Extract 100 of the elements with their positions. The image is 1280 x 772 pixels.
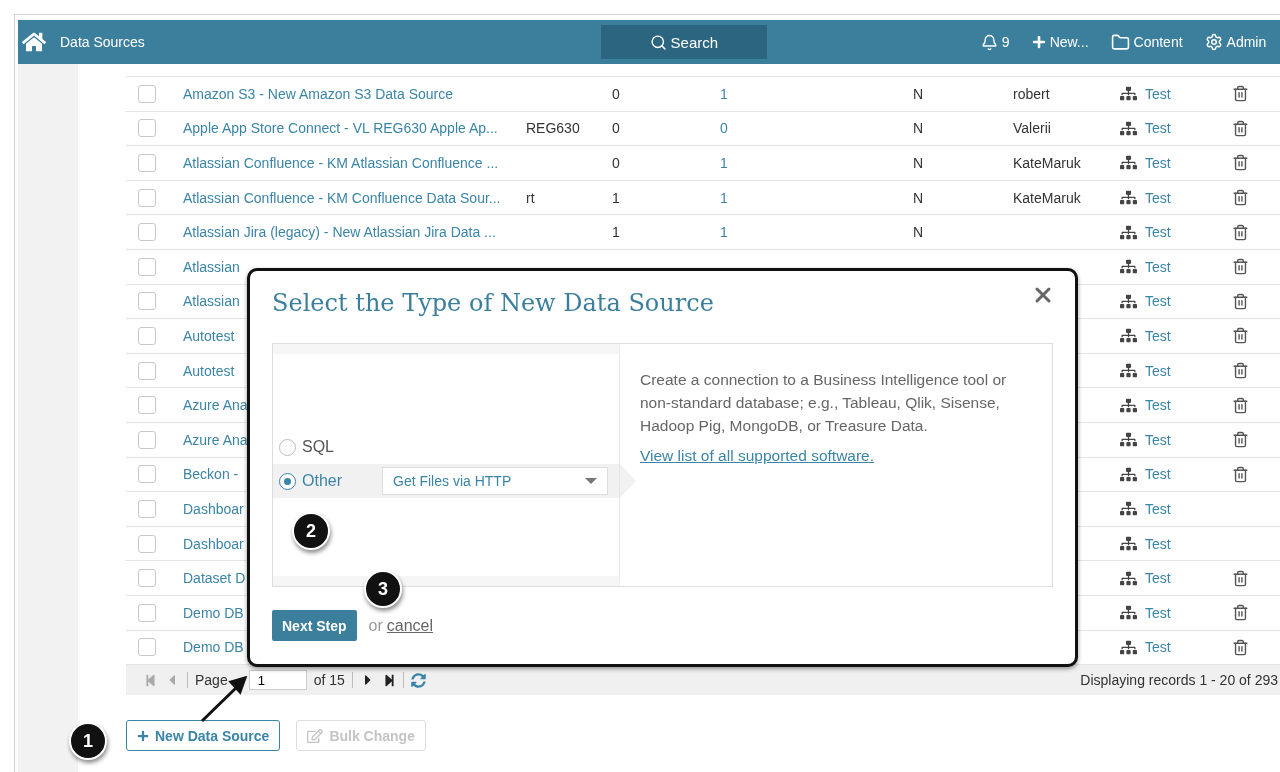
home-icon[interactable]: [22, 30, 46, 54]
data-source-link[interactable]: Dashboar: [183, 535, 244, 552]
trash-icon[interactable]: [1232, 292, 1249, 310]
trash-icon[interactable]: [1232, 119, 1249, 137]
row-checkbox[interactable]: [138, 396, 156, 415]
row-checkbox[interactable]: [138, 569, 156, 588]
data-source-link[interactable]: Dataset D: [183, 570, 246, 587]
data-source-link[interactable]: Atlassian Confluence - KM Atlassian Confluence ...: [183, 155, 499, 171]
data-source-link[interactable]: Atlassian Jira (legacy) - New Atlassian Jira Data ...: [183, 224, 496, 241]
sitemap-icon: [1120, 327, 1137, 345]
refresh-icon[interactable]: [410, 672, 426, 688]
last-page-icon[interactable]: [382, 673, 396, 687]
row-checkbox[interactable]: [138, 84, 156, 103]
trash-icon[interactable]: [1232, 396, 1249, 414]
type-dropdown[interactable]: Get Files via HTTP: [382, 467, 608, 495]
sitemap-icon: [1120, 362, 1137, 380]
trash-icon[interactable]: [1232, 638, 1249, 656]
row-checkbox[interactable]: [138, 603, 156, 622]
row-checkbox[interactable]: [138, 223, 156, 242]
row-checkbox[interactable]: [138, 430, 156, 449]
radio-button[interactable]: [279, 438, 296, 456]
page-input[interactable]: 1: [248, 670, 307, 691]
data-source-link[interactable]: Apple App Store Connect - VL REG630 Apple Ap...: [183, 120, 498, 137]
row-checkbox[interactable]: [138, 119, 156, 138]
test-link[interactable]: Test: [1145, 362, 1171, 379]
test-link[interactable]: Test: [1145, 85, 1171, 102]
row-checkbox[interactable]: [138, 154, 156, 172]
cancel-link[interactable]: cancel: [386, 616, 434, 635]
edit-icon: [307, 727, 324, 744]
row-checkbox[interactable]: [138, 188, 156, 207]
trash-icon[interactable]: [1232, 327, 1249, 345]
test-link[interactable]: Test: [1145, 155, 1171, 171]
first-page-icon[interactable]: [144, 673, 157, 687]
next-step-button[interactable]: Next Step: [272, 610, 357, 641]
trash-icon[interactable]: [1232, 189, 1249, 207]
page-count: of 15: [313, 672, 345, 689]
test-link[interactable]: Test: [1145, 466, 1171, 483]
new-data-source-button[interactable]: New Data Source: [126, 720, 281, 752]
data-source-link[interactable]: Atlassian: [183, 258, 240, 275]
table-cell: N: [913, 155, 924, 171]
arrow-icon: [198, 676, 248, 724]
test-link[interactable]: Test: [1145, 327, 1171, 344]
description-text: Create a connection to a Business Intelligence tool or non-standard database; e.g., Tableau, Qlik, Sisense, Hadoop Pig, MongoDB, or Treasure Data.: [640, 370, 1008, 436]
trash-icon[interactable]: [1232, 154, 1249, 172]
row-checkbox[interactable]: [138, 292, 156, 311]
test-link[interactable]: Test: [1145, 397, 1171, 414]
row-checkbox[interactable]: [138, 465, 156, 484]
row-checkbox[interactable]: [138, 361, 156, 380]
plus-icon: [1031, 35, 1046, 49]
trash-icon[interactable]: [1232, 604, 1249, 622]
trash-icon[interactable]: [1232, 258, 1249, 276]
test-link[interactable]: Test: [1145, 431, 1171, 448]
row-checkbox[interactable]: [138, 499, 156, 518]
test-link[interactable]: Test: [1145, 570, 1171, 587]
row-checkbox[interactable]: [138, 257, 156, 276]
data-source-link[interactable]: Amazon S3 - New Amazon S3 Data Source: [183, 85, 454, 102]
row-checkbox[interactable]: [138, 534, 156, 553]
radio-button[interactable]: [279, 472, 296, 490]
trash-icon[interactable]: [1232, 362, 1249, 380]
content-menu-button[interactable]: Content: [1110, 32, 1183, 52]
test-link[interactable]: Test: [1145, 120, 1171, 137]
data-source-link[interactable]: Demo DB: [183, 639, 244, 656]
table-cell: N: [913, 224, 924, 241]
admin-menu-button[interactable]: Admin: [1204, 33, 1267, 51]
test-link[interactable]: Test: [1145, 224, 1171, 241]
test-link[interactable]: Test: [1145, 500, 1171, 517]
trash-icon[interactable]: [1232, 431, 1249, 449]
row-checkbox[interactable]: [138, 638, 156, 657]
data-source-link[interactable]: Autotest: [183, 362, 235, 379]
option-label: Other: [302, 472, 343, 490]
trash-icon[interactable]: [1232, 85, 1249, 103]
table-cell: 1: [720, 189, 728, 206]
test-link[interactable]: Test: [1145, 189, 1171, 206]
sitemap-icon: [1120, 604, 1137, 622]
data-source-link[interactable]: Atlassian: [183, 293, 240, 310]
trash-icon[interactable]: [1232, 569, 1249, 587]
row-checkbox[interactable]: [138, 326, 156, 345]
test-link[interactable]: Test: [1145, 639, 1171, 656]
data-source-link[interactable]: Atlassian Confluence - KM Confluence Data Sour...: [183, 189, 501, 206]
dialog-title: Select the Type of New Data Source: [272, 289, 714, 317]
test-link[interactable]: Test: [1145, 258, 1171, 275]
test-link[interactable]: Test: [1145, 293, 1171, 310]
data-source-link[interactable]: Dashboar: [183, 500, 244, 517]
trash-icon[interactable]: [1232, 223, 1249, 241]
data-source-link[interactable]: Beckon -: [183, 466, 239, 483]
test-link[interactable]: Test: [1145, 535, 1171, 552]
trash-icon[interactable]: [1232, 465, 1249, 483]
supported-software-link[interactable]: View list of all supported software.: [640, 447, 875, 465]
data-source-link[interactable]: Demo DB: [183, 604, 244, 621]
new-menu-button[interactable]: New...: [1031, 34, 1089, 50]
test-link[interactable]: Test: [1145, 604, 1171, 621]
sitemap-icon: [1120, 292, 1137, 310]
data-source-link[interactable]: Autotest: [183, 327, 235, 344]
table-cell: 1: [612, 224, 620, 241]
table-cell: N: [913, 120, 924, 137]
data-source-link[interactable]: Azure Ana: [183, 431, 248, 448]
notifications-button[interactable]: 9: [980, 33, 1010, 51]
search-button[interactable]: Search: [600, 25, 767, 59]
search-icon: [649, 33, 667, 51]
data-source-link[interactable]: Azure Ana: [183, 397, 248, 414]
